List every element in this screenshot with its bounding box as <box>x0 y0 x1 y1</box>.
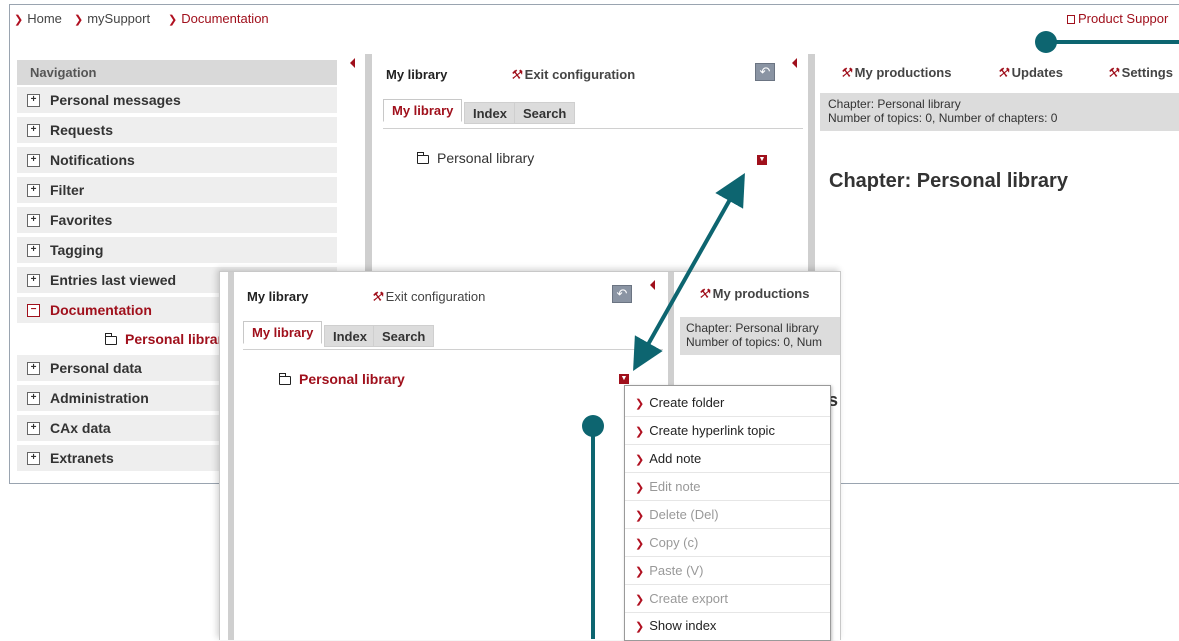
callout-annotations <box>582 31 1179 639</box>
callout-dot-top <box>1035 31 1057 53</box>
callout-double-arrow <box>633 173 745 371</box>
callout-dot-bottom <box>582 415 604 437</box>
